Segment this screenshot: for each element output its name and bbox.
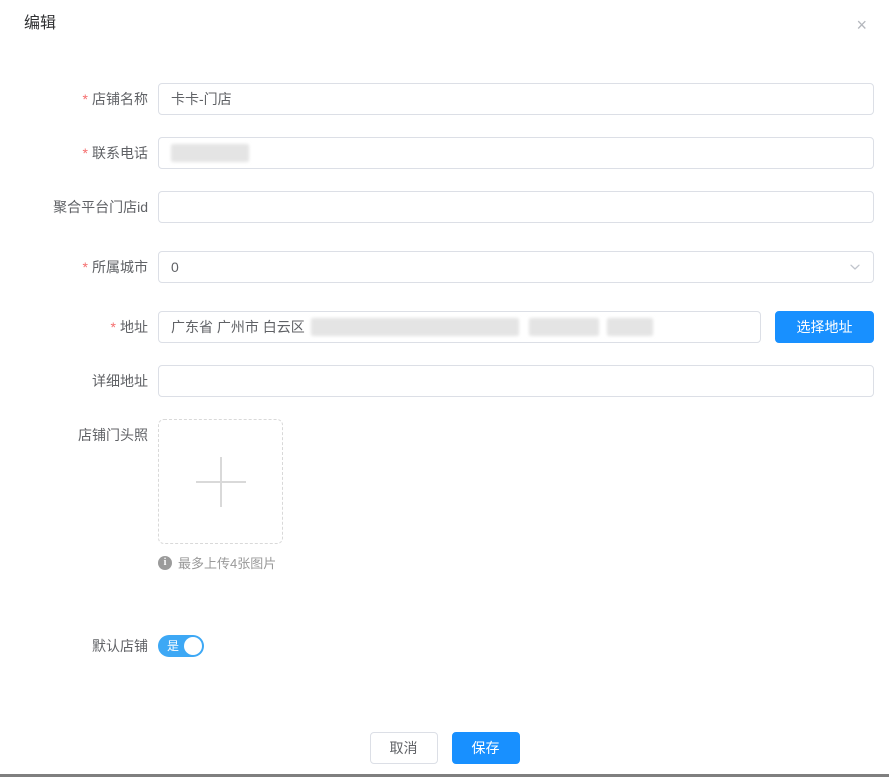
required-asterisk: * (83, 145, 88, 161)
address-value: 广东省 广州市 白云区 (171, 317, 305, 337)
address-label: *地址 (24, 311, 158, 343)
platform-id-label: 聚合平台门店id (24, 191, 158, 223)
upload-hint-text: 最多上传4张图片 (178, 553, 276, 572)
field-row-detail-address: 详细地址 (24, 365, 874, 397)
required-asterisk: * (111, 319, 116, 335)
toggle-state-text: 是 (167, 640, 179, 652)
field-row-address: *地址 广东省 广州市 白云区 选择地址 (24, 311, 874, 343)
dialog-header: 编辑 × (0, 0, 889, 48)
field-row-phone: *联系电话 (24, 137, 874, 169)
field-row-store-photo: 店铺门头照 i 最多上传4张图片 (24, 419, 874, 572)
dialog-title: 编辑 (24, 12, 56, 36)
edit-store-form: *店铺名称 *联系电话 聚合平台门店id *所属城市 0 (0, 48, 889, 662)
default-store-toggle[interactable]: 是 (158, 635, 204, 657)
platform-id-input[interactable] (158, 191, 874, 223)
redacted-address-segment (529, 318, 599, 336)
required-asterisk: * (83, 259, 88, 275)
city-label: *所属城市 (24, 251, 158, 283)
save-button[interactable]: 保存 (452, 732, 520, 764)
detail-address-input[interactable] (158, 365, 874, 397)
redacted-phone-value (171, 144, 249, 162)
default-store-label: 默认店铺 (24, 630, 158, 662)
phone-input[interactable] (158, 137, 874, 169)
plus-icon (196, 457, 246, 507)
redacted-address-segment (607, 318, 653, 336)
store-photo-label: 店铺门头照 (24, 419, 158, 451)
edit-store-dialog: 编辑 × *店铺名称 *联系电话 聚合平台门店id *所属城市 0 (0, 0, 889, 777)
address-input[interactable]: 广东省 广州市 白云区 (158, 311, 761, 343)
info-icon: i (158, 556, 172, 570)
upload-hint: i 最多上传4张图片 (158, 553, 874, 572)
address-field-group: 广东省 广州市 白云区 选择地址 (158, 311, 874, 343)
phone-label: *联系电话 (24, 137, 158, 169)
store-name-input[interactable] (158, 83, 874, 115)
required-asterisk: * (83, 91, 88, 107)
field-row-store-name: *店铺名称 (24, 83, 874, 115)
city-select[interactable]: 0 (158, 251, 874, 283)
photo-upload-button[interactable] (158, 419, 283, 544)
field-row-default-store: 默认店铺 是 (24, 630, 874, 662)
select-address-button[interactable]: 选择地址 (775, 311, 874, 343)
field-row-city: *所属城市 0 (24, 251, 874, 283)
photo-upload-area: i 最多上传4张图片 (158, 419, 874, 572)
field-row-platform-id: 聚合平台门店id (24, 191, 874, 223)
detail-address-label: 详细地址 (24, 365, 158, 397)
cancel-button[interactable]: 取消 (370, 732, 438, 764)
chevron-down-icon (849, 261, 861, 273)
dialog-footer: 取消 保存 (0, 732, 889, 764)
store-name-label: *店铺名称 (24, 83, 158, 115)
redacted-address-segment (311, 318, 519, 336)
city-select-value: 0 (171, 259, 179, 275)
toggle-knob (184, 637, 202, 655)
close-icon[interactable]: × (852, 12, 871, 38)
